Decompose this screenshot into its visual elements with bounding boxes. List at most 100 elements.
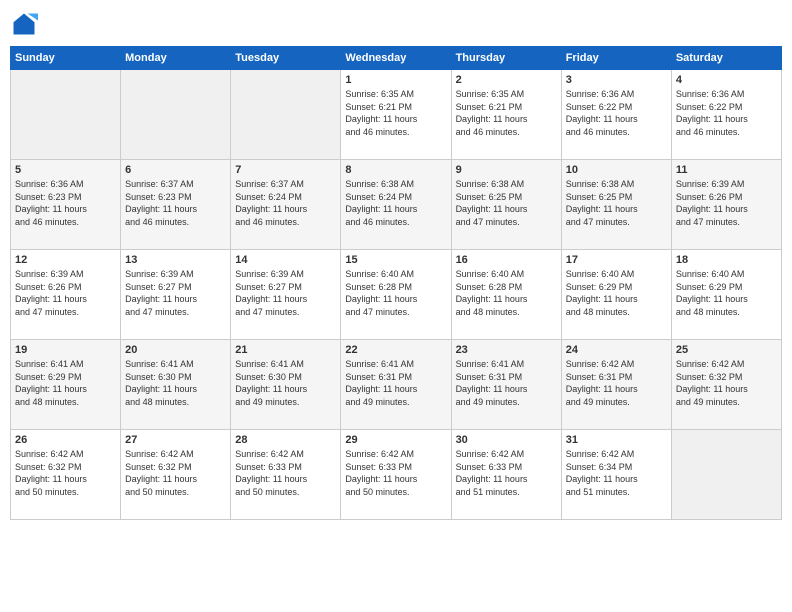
day-info: Sunrise: 6:42 AM Sunset: 6:33 PM Dayligh… bbox=[456, 448, 557, 498]
calendar-cell: 17Sunrise: 6:40 AM Sunset: 6:29 PM Dayli… bbox=[561, 250, 671, 340]
calendar-cell: 23 Sunrise: 6:41 AM Sunset: 6:31 PM Dayli… bbox=[451, 340, 561, 430]
day-number: 2 bbox=[456, 74, 557, 86]
day-info: Sunrise: 6:41 AM Sunset: 6:29 PM Dayligh… bbox=[15, 358, 116, 408]
calendar-cell: 8Sunrise: 6:38 AM Sunset: 6:24 PM Daylig… bbox=[341, 160, 451, 250]
calendar-week-row: 19 Sunrise: 6:41 AM Sunset: 6:29 PM Dayli… bbox=[11, 340, 782, 430]
day-number: 9 bbox=[456, 164, 557, 176]
day-number: 27 bbox=[125, 434, 226, 446]
calendar-cell: 14 Sunrise: 6:39 AM Sunset: 6:27 PM Dayli… bbox=[231, 250, 341, 340]
day-info: Sunrise: 6:37 AM Sunset: 6:23 PM Dayligh… bbox=[125, 178, 226, 228]
weekday-header: Thursday bbox=[451, 47, 561, 70]
weekday-header: Wednesday bbox=[341, 47, 451, 70]
day-info: Sunrise: 6:42 AM Sunset: 6:32 PM Dayligh… bbox=[125, 448, 226, 498]
calendar-cell: 20 Sunrise: 6:41 AM Sunset: 6:30 PM Dayli… bbox=[121, 340, 231, 430]
weekday-header: Sunday bbox=[11, 47, 121, 70]
calendar-cell: 7 Sunrise: 6:37 AM Sunset: 6:24 PM Daylig… bbox=[231, 160, 341, 250]
calendar-cell: 31 Sunrise: 6:42 AM Sunset: 6:34 PM Dayli… bbox=[561, 430, 671, 520]
day-number: 4 bbox=[676, 74, 777, 86]
day-info: Sunrise: 6:40 AM Sunset: 6:28 PM Dayligh… bbox=[456, 268, 557, 318]
day-info: Sunrise: 6:41 AM Sunset: 6:30 PM Dayligh… bbox=[125, 358, 226, 408]
day-number: 25 bbox=[676, 344, 777, 356]
day-info: Sunrise: 6:40 AM Sunset: 6:29 PM Dayligh… bbox=[566, 268, 667, 318]
day-info: Sunrise: 6:42 AM Sunset: 6:33 PM Dayligh… bbox=[345, 448, 446, 498]
calendar-cell: 3Sunrise: 6:36 AM Sunset: 6:22 PM Daylig… bbox=[561, 70, 671, 160]
calendar-table: SundayMondayTuesdayWednesdayThursdayFrid… bbox=[10, 46, 782, 520]
day-info: Sunrise: 6:40 AM Sunset: 6:28 PM Dayligh… bbox=[345, 268, 446, 318]
calendar-cell: 26 Sunrise: 6:42 AM Sunset: 6:32 PM Dayli… bbox=[11, 430, 121, 520]
day-info: Sunrise: 6:42 AM Sunset: 6:34 PM Dayligh… bbox=[566, 448, 667, 498]
calendar-cell: 15 Sunrise: 6:40 AM Sunset: 6:28 PM Dayli… bbox=[341, 250, 451, 340]
logo bbox=[10, 10, 42, 38]
page-header bbox=[10, 10, 782, 38]
calendar-cell: 25 Sunrise: 6:42 AM Sunset: 6:32 PM Dayli… bbox=[671, 340, 781, 430]
calendar-week-row: 5Sunrise: 6:36 AM Sunset: 6:23 PM Daylig… bbox=[11, 160, 782, 250]
day-info: Sunrise: 6:42 AM Sunset: 6:32 PM Dayligh… bbox=[676, 358, 777, 408]
day-number: 31 bbox=[566, 434, 667, 446]
day-number: 24 bbox=[566, 344, 667, 356]
logo-icon bbox=[10, 10, 38, 38]
calendar-cell: 22 Sunrise: 6:41 AM Sunset: 6:31 PM Dayli… bbox=[341, 340, 451, 430]
calendar-cell bbox=[671, 430, 781, 520]
calendar-cell: 24 Sunrise: 6:42 AM Sunset: 6:31 PM Dayli… bbox=[561, 340, 671, 430]
day-info: Sunrise: 6:39 AM Sunset: 6:26 PM Dayligh… bbox=[676, 178, 777, 228]
day-number: 28 bbox=[235, 434, 336, 446]
day-info: Sunrise: 6:35 AM Sunset: 6:21 PM Dayligh… bbox=[456, 88, 557, 138]
day-info: Sunrise: 6:39 AM Sunset: 6:27 PM Dayligh… bbox=[235, 268, 336, 318]
day-number: 5 bbox=[15, 164, 116, 176]
day-number: 20 bbox=[125, 344, 226, 356]
day-number: 6 bbox=[125, 164, 226, 176]
day-info: Sunrise: 6:39 AM Sunset: 6:26 PM Dayligh… bbox=[15, 268, 116, 318]
day-info: Sunrise: 6:42 AM Sunset: 6:32 PM Dayligh… bbox=[15, 448, 116, 498]
day-info: Sunrise: 6:36 AM Sunset: 6:22 PM Dayligh… bbox=[676, 88, 777, 138]
calendar-cell bbox=[11, 70, 121, 160]
weekday-header: Tuesday bbox=[231, 47, 341, 70]
calendar-cell: 18 Sunrise: 6:40 AM Sunset: 6:29 PM Dayli… bbox=[671, 250, 781, 340]
day-info: Sunrise: 6:41 AM Sunset: 6:30 PM Dayligh… bbox=[235, 358, 336, 408]
day-number: 18 bbox=[676, 254, 777, 266]
day-number: 26 bbox=[15, 434, 116, 446]
day-info: Sunrise: 6:41 AM Sunset: 6:31 PM Dayligh… bbox=[456, 358, 557, 408]
calendar-cell: 6 Sunrise: 6:37 AM Sunset: 6:23 PM Daylig… bbox=[121, 160, 231, 250]
calendar-cell: 2 Sunrise: 6:35 AM Sunset: 6:21 PM Daylig… bbox=[451, 70, 561, 160]
day-info: Sunrise: 6:35 AM Sunset: 6:21 PM Dayligh… bbox=[345, 88, 446, 138]
day-number: 19 bbox=[15, 344, 116, 356]
day-number: 29 bbox=[345, 434, 446, 446]
day-number: 23 bbox=[456, 344, 557, 356]
weekday-header: Saturday bbox=[671, 47, 781, 70]
calendar-cell: 9 Sunrise: 6:38 AM Sunset: 6:25 PM Daylig… bbox=[451, 160, 561, 250]
day-info: Sunrise: 6:41 AM Sunset: 6:31 PM Dayligh… bbox=[345, 358, 446, 408]
day-info: Sunrise: 6:42 AM Sunset: 6:33 PM Dayligh… bbox=[235, 448, 336, 498]
day-number: 14 bbox=[235, 254, 336, 266]
calendar-header-row: SundayMondayTuesdayWednesdayThursdayFrid… bbox=[11, 47, 782, 70]
calendar-cell: 30 Sunrise: 6:42 AM Sunset: 6:33 PM Dayli… bbox=[451, 430, 561, 520]
day-info: Sunrise: 6:39 AM Sunset: 6:27 PM Dayligh… bbox=[125, 268, 226, 318]
calendar-cell: 12Sunrise: 6:39 AM Sunset: 6:26 PM Dayli… bbox=[11, 250, 121, 340]
calendar-cell: 21 Sunrise: 6:41 AM Sunset: 6:30 PM Dayli… bbox=[231, 340, 341, 430]
day-info: Sunrise: 6:36 AM Sunset: 6:22 PM Dayligh… bbox=[566, 88, 667, 138]
day-number: 30 bbox=[456, 434, 557, 446]
day-info: Sunrise: 6:40 AM Sunset: 6:29 PM Dayligh… bbox=[676, 268, 777, 318]
day-number: 22 bbox=[345, 344, 446, 356]
calendar-cell: 10Sunrise: 6:38 AM Sunset: 6:25 PM Dayli… bbox=[561, 160, 671, 250]
calendar-cell bbox=[121, 70, 231, 160]
calendar-week-row: 12Sunrise: 6:39 AM Sunset: 6:26 PM Dayli… bbox=[11, 250, 782, 340]
day-number: 11 bbox=[676, 164, 777, 176]
weekday-header: Friday bbox=[561, 47, 671, 70]
calendar-week-row: 26 Sunrise: 6:42 AM Sunset: 6:32 PM Dayli… bbox=[11, 430, 782, 520]
day-number: 21 bbox=[235, 344, 336, 356]
day-info: Sunrise: 6:38 AM Sunset: 6:24 PM Dayligh… bbox=[345, 178, 446, 228]
day-info: Sunrise: 6:38 AM Sunset: 6:25 PM Dayligh… bbox=[566, 178, 667, 228]
day-number: 7 bbox=[235, 164, 336, 176]
day-number: 16 bbox=[456, 254, 557, 266]
calendar-cell: 28 Sunrise: 6:42 AM Sunset: 6:33 PM Dayli… bbox=[231, 430, 341, 520]
day-info: Sunrise: 6:37 AM Sunset: 6:24 PM Dayligh… bbox=[235, 178, 336, 228]
day-info: Sunrise: 6:38 AM Sunset: 6:25 PM Dayligh… bbox=[456, 178, 557, 228]
day-info: Sunrise: 6:42 AM Sunset: 6:31 PM Dayligh… bbox=[566, 358, 667, 408]
calendar-cell: 5Sunrise: 6:36 AM Sunset: 6:23 PM Daylig… bbox=[11, 160, 121, 250]
day-number: 1 bbox=[345, 74, 446, 86]
day-number: 15 bbox=[345, 254, 446, 266]
calendar-cell: 4 Sunrise: 6:36 AM Sunset: 6:22 PM Daylig… bbox=[671, 70, 781, 160]
calendar-week-row: 1 Sunrise: 6:35 AM Sunset: 6:21 PM Daylig… bbox=[11, 70, 782, 160]
calendar-cell: 29 Sunrise: 6:42 AM Sunset: 6:33 PM Dayli… bbox=[341, 430, 451, 520]
day-number: 13 bbox=[125, 254, 226, 266]
